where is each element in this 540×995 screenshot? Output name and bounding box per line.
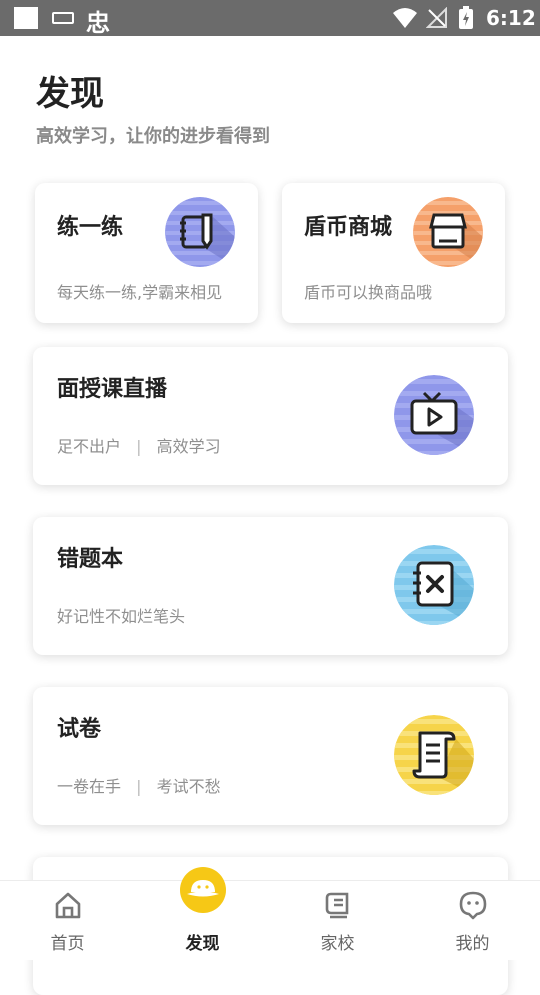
shop-icon	[413, 197, 483, 267]
school-book-icon	[325, 892, 349, 919]
status-time: 6:12	[486, 6, 536, 30]
mistake-book-card[interactable]: 错题本 好记性不如烂笔头	[33, 517, 508, 655]
home-icon	[55, 892, 81, 919]
live-class-desc-left: 足不出户	[57, 437, 122, 456]
papers-desc-separator: |	[136, 777, 142, 796]
profile-face-icon	[459, 891, 487, 920]
live-class-card-title: 面授课直播	[57, 377, 168, 402]
tab-me[interactable]: 我的	[405, 881, 540, 961]
live-class-card[interactable]: 面授课直播 足不出户 | 高效学习	[33, 347, 508, 485]
live-class-card-desc: 足不出户 | 高效学习	[57, 433, 221, 457]
app-notification-glyph: 忠	[86, 9, 110, 37]
practice-card[interactable]: 练一练 每天练一练,学霸来相见	[35, 183, 258, 323]
papers-card-desc: 一卷在手 | 考试不愁	[57, 773, 221, 797]
no-signal-icon	[426, 7, 447, 28]
mistake-book-card-title: 错题本	[57, 547, 124, 572]
tab-home[interactable]: 首页	[0, 881, 135, 961]
practice-card-title: 练一练	[57, 215, 124, 240]
live-class-desc-separator: |	[136, 437, 142, 456]
tab-discover[interactable]: 发现	[135, 867, 270, 961]
wifi-icon	[393, 8, 417, 28]
papers-card-title: 试卷	[57, 717, 102, 742]
shop-card-desc: 盾币可以换商品哦	[304, 283, 433, 302]
bottom-tab-bar: 首页 发现 家校 我的	[0, 867, 540, 961]
notification-square-icon	[14, 7, 38, 29]
status-bar: 忠 6:12	[0, 0, 540, 37]
mistake-book-card-desc: 好记性不如烂笔头	[57, 607, 186, 626]
tv-play-icon	[394, 375, 474, 455]
scroll-paper-icon	[394, 715, 474, 795]
papers-desc-right: 考试不愁	[156, 777, 221, 796]
papers-desc-left: 一卷在手	[57, 777, 122, 796]
tab-school-label: 家校	[320, 934, 355, 954]
page-subtitle: 高效学习，让你的进步看得到	[36, 126, 270, 147]
tab-discover-label: 发现	[185, 934, 220, 954]
shop-card[interactable]: 盾币商城 盾币可以换商品哦	[282, 183, 505, 323]
mistake-book-icon	[394, 545, 474, 625]
notebook-pen-icon	[165, 197, 235, 267]
page-title: 发现	[36, 74, 104, 114]
shop-card-title: 盾币商城	[304, 215, 393, 240]
tab-me-label: 我的	[455, 934, 490, 954]
practice-card-desc: 每天练一练,学霸来相见	[57, 283, 223, 302]
tab-home-label: 首页	[50, 934, 85, 954]
planet-icon	[180, 867, 226, 913]
keyboard-icon	[52, 12, 74, 24]
tab-school[interactable]: 家校	[270, 881, 405, 961]
battery-charging-icon	[459, 6, 473, 29]
live-class-desc-right: 高效学习	[156, 437, 221, 456]
papers-card[interactable]: 试卷 一卷在手 | 考试不愁	[33, 687, 508, 825]
